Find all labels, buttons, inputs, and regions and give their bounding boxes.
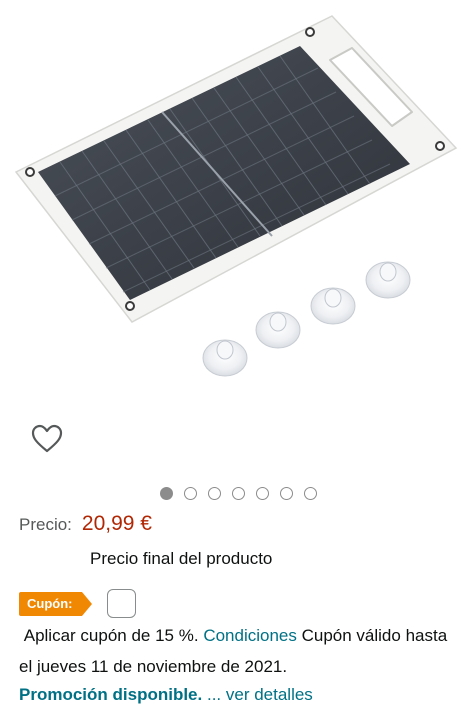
heart-outline-icon <box>31 424 63 453</box>
promotion-details-link[interactable]: ... ver detalles <box>207 685 313 704</box>
coupon-description: Aplicar cupón de 15 %. Condiciones Cupón… <box>19 620 464 682</box>
coupon-badge: Cupón: <box>19 591 94 616</box>
final-price-note: Precio final del producto <box>90 549 273 568</box>
carousel-dot[interactable] <box>160 487 173 500</box>
promotion-label[interactable]: Promoción disponible. <box>19 685 202 704</box>
coupon-row: Cupón: <box>19 589 137 618</box>
price-label: Precio: <box>19 515 72 534</box>
wishlist-button[interactable] <box>30 423 64 455</box>
product-image[interactable] <box>0 0 475 400</box>
price-value: 20,99 € <box>81 512 152 535</box>
carousel-dot[interactable] <box>304 487 317 500</box>
carousel-dot[interactable] <box>232 487 245 500</box>
solar-panel-image <box>14 15 458 377</box>
promotion-row: Promoción disponible. ... ver detalles <box>19 685 313 705</box>
price-row: Precio: 20,99 € <box>19 512 152 536</box>
carousel-dot[interactable] <box>280 487 293 500</box>
image-carousel-dots <box>0 487 475 500</box>
coupon-conditions-link[interactable]: Condiciones <box>203 626 297 645</box>
coupon-checkbox[interactable] <box>107 589 137 618</box>
carousel-dot[interactable] <box>184 487 197 500</box>
carousel-dot[interactable] <box>208 487 221 500</box>
coupon-apply-text: Aplicar cupón de 15 %. <box>23 626 199 645</box>
carousel-dot[interactable] <box>256 487 269 500</box>
